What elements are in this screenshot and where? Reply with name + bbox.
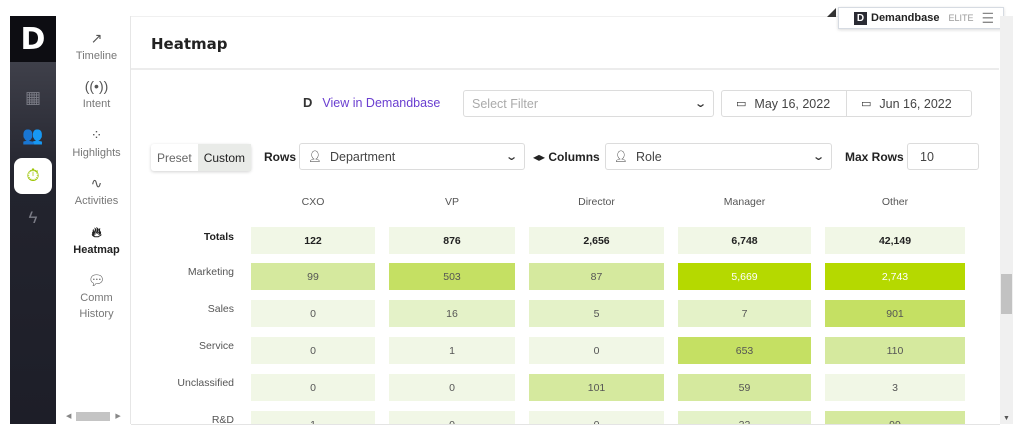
row-header: R&D bbox=[211, 414, 234, 424]
building-icon[interactable]: ▦ bbox=[14, 80, 52, 116]
heatmap-cell: 99 bbox=[825, 411, 965, 424]
heatmap-cell: 1 bbox=[251, 411, 375, 424]
heatmap-cell: 5,669 bbox=[678, 263, 811, 290]
scroll-right-icon[interactable]: ▶ bbox=[115, 412, 120, 420]
lightning-icon[interactable]: ϟ bbox=[14, 200, 52, 236]
heatmap-cell: 0 bbox=[529, 411, 664, 424]
column-header: Director bbox=[578, 196, 615, 208]
chat-icon: 💬︎ bbox=[87, 272, 106, 288]
heatmap-cell: 2,743 bbox=[825, 263, 965, 290]
subnav-activities[interactable]: ∿ Activities bbox=[62, 175, 131, 209]
page-title: Heatmap bbox=[151, 35, 228, 53]
chevron-down-icon: ⌄ bbox=[693, 98, 707, 110]
heatmap-cell: 0 bbox=[251, 337, 375, 364]
end-date-field[interactable]: ▭ Jun 16, 2022 bbox=[846, 90, 972, 117]
max-rows-label: Max Rows bbox=[845, 150, 904, 164]
person-icon: 👤︎ bbox=[308, 151, 322, 163]
column-header: Other bbox=[881, 196, 909, 208]
people-icon[interactable]: 👥 bbox=[14, 118, 52, 154]
person-icon: 👤︎ bbox=[614, 151, 628, 163]
row-header: Service bbox=[198, 340, 234, 352]
demandbase-badge: D Demandbase ELITE ☰ bbox=[838, 7, 1004, 29]
totals-cell: 122 bbox=[251, 227, 375, 254]
tier-label: ELITE bbox=[948, 13, 974, 23]
heatmap-cell: 101 bbox=[529, 374, 664, 401]
heatmap-cell: 87 bbox=[529, 263, 664, 290]
subnav-timeline[interactable]: ↗ Timeline bbox=[62, 30, 131, 64]
arrows-horizontal-icon: ◂▸ bbox=[533, 150, 549, 164]
filter-select[interactable]: Select Filter ⌄ bbox=[463, 90, 714, 117]
app-rail: D ▦ 👥 ⏱ ϟ bbox=[10, 16, 56, 424]
badge-corner-icon bbox=[827, 8, 836, 17]
horizontal-scrollbar[interactable]: ◀ ▶ bbox=[66, 410, 128, 422]
totals-cell: 876 bbox=[389, 227, 515, 254]
vertical-scrollbar[interactable]: ▼ bbox=[1000, 16, 1013, 424]
heatmap-cell: 0 bbox=[251, 374, 375, 401]
chevron-down-icon: ⌄ bbox=[811, 151, 825, 163]
start-date-field[interactable]: ▭ May 16, 2022 bbox=[721, 90, 847, 117]
heatmap-cell: 3 bbox=[825, 374, 965, 401]
totals-cell: 42,149 bbox=[825, 227, 965, 254]
max-rows-input[interactable]: 10 bbox=[907, 143, 979, 170]
broadcast-icon: ((•)) bbox=[84, 78, 109, 94]
subnav-intent[interactable]: ((•)) Intent bbox=[62, 78, 131, 112]
heatmap-cell: 0 bbox=[389, 411, 515, 424]
heatmap-cell: 1 bbox=[389, 337, 515, 364]
heatmap-grid: CXO VP Director Manager Other Totals 122 876 2,6… bbox=[131, 180, 1000, 424]
preset-custom-toggle: Preset Custom bbox=[151, 144, 252, 171]
calendar-icon: ▭ bbox=[861, 98, 872, 110]
totals-cell: 2,656 bbox=[529, 227, 664, 254]
row-header-totals: Totals bbox=[203, 231, 234, 243]
dots-icon: ⁘ bbox=[90, 127, 103, 143]
row-header: Sales bbox=[207, 303, 234, 315]
heatmap-cell: 22 bbox=[678, 411, 811, 424]
columns-select[interactable]: 👤︎ Role ⌄ bbox=[605, 143, 832, 170]
columns-label: ◂▸ Columns bbox=[533, 150, 600, 164]
brand-name: Demandbase bbox=[871, 12, 940, 24]
subnav-comm-history[interactable]: 💬︎ Comm History bbox=[62, 272, 131, 322]
rows-label: Rows bbox=[264, 150, 297, 164]
pulse-icon: ∿ bbox=[90, 175, 103, 191]
heatmap-cell: 653 bbox=[678, 337, 811, 364]
totals-cell: 6,748 bbox=[678, 227, 811, 254]
custom-tab[interactable]: Custom bbox=[197, 144, 252, 171]
stopwatch-icon[interactable]: ⏱ bbox=[14, 158, 52, 194]
heatmap-cell: 16 bbox=[389, 300, 515, 327]
row-header: Unclassified bbox=[177, 377, 234, 389]
subnav-heatmap[interactable]: 🔥︎ Heatmap bbox=[62, 224, 131, 258]
sub-navigation: ↗ Timeline ((•)) Intent ⁘ Highlights ∿ Activ… bbox=[62, 16, 131, 424]
preset-tab[interactable]: Preset bbox=[151, 144, 198, 171]
subnav-highlights[interactable]: ⁘ Highlights bbox=[62, 127, 131, 161]
heatmap-cell: 59 bbox=[678, 374, 811, 401]
heatmap-cell: 901 bbox=[825, 300, 965, 327]
view-in-demandbase-link[interactable]: D View in Demandbase bbox=[303, 95, 440, 110]
heatmap-cell: 0 bbox=[389, 374, 515, 401]
flame-icon: 🔥︎ bbox=[91, 224, 102, 240]
heatmap-cell: 7 bbox=[678, 300, 811, 327]
heatmap-cell: 503 bbox=[389, 263, 515, 290]
heatmap-cell: 0 bbox=[529, 337, 664, 364]
scroll-thumb[interactable] bbox=[1001, 274, 1012, 314]
row-header: Marketing bbox=[187, 266, 234, 278]
heatmap-cell: 99 bbox=[251, 263, 375, 290]
chevron-down-icon: ⌄ bbox=[504, 151, 518, 163]
heatmap-cell: 5 bbox=[529, 300, 664, 327]
trend-icon: ↗ bbox=[90, 30, 103, 46]
column-header: VP bbox=[444, 196, 459, 208]
divider bbox=[131, 424, 1000, 425]
demandbase-d-icon: D bbox=[303, 95, 313, 110]
column-header: CXO bbox=[301, 196, 325, 208]
calendar-icon: ▭ bbox=[736, 98, 747, 110]
scroll-thumb[interactable] bbox=[76, 411, 111, 421]
scroll-left-icon[interactable]: ◀ bbox=[66, 412, 71, 420]
heatmap-cell: 0 bbox=[251, 300, 375, 327]
demandbase-logo[interactable]: D bbox=[10, 16, 56, 62]
menu-icon[interactable]: ☰ bbox=[981, 10, 994, 27]
column-header: Manager bbox=[723, 196, 766, 208]
rows-select[interactable]: 👤︎ Department ⌄ bbox=[299, 143, 525, 170]
badge-logo: D bbox=[854, 11, 867, 25]
scroll-down-icon[interactable]: ▼ bbox=[1003, 415, 1010, 422]
heatmap-cell: 110 bbox=[825, 337, 965, 364]
